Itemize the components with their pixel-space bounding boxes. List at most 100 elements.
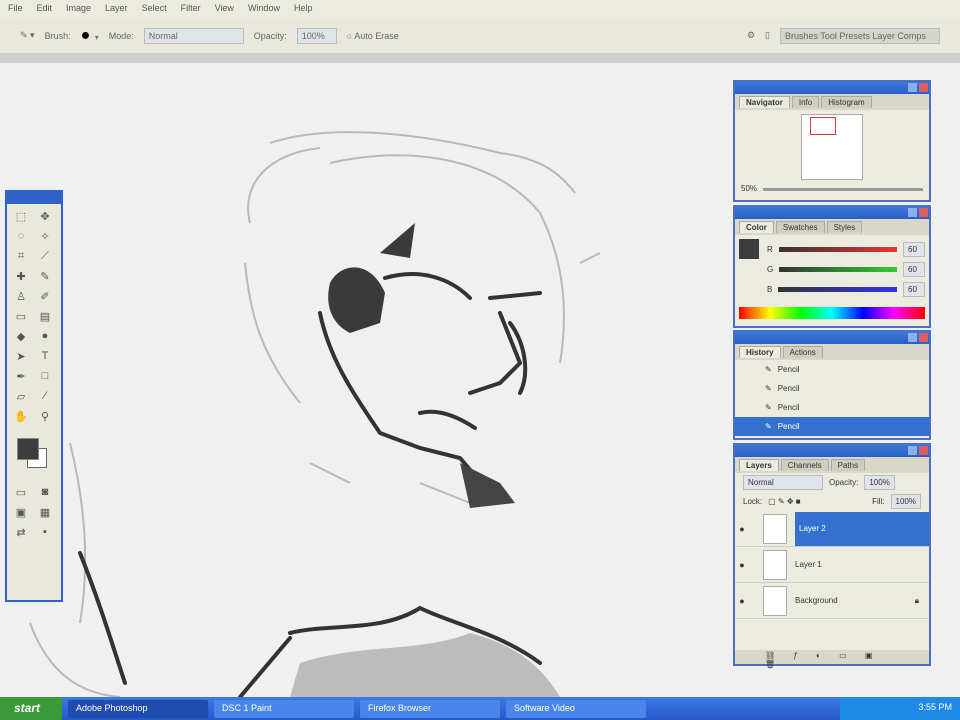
layer-fill-input[interactable]: 100% — [890, 494, 921, 509]
stamp-tool-icon[interactable]: ♙ — [12, 290, 30, 306]
taskbar-item[interactable]: Adobe Photoshop — [68, 699, 208, 718]
tab-layers[interactable]: Layers — [739, 459, 779, 471]
start-button[interactable]: start — [0, 697, 62, 720]
brush-tool-icon[interactable]: ✎ — [36, 270, 54, 286]
path-select-tool-icon[interactable]: ➤ — [12, 350, 30, 366]
opacity-input[interactable]: 100% — [296, 27, 337, 44]
fill-label: Fill: — [872, 497, 885, 506]
tab-histogram[interactable]: Histogram — [821, 96, 872, 108]
menu-view[interactable]: View — [215, 3, 234, 15]
blue-slider[interactable] — [778, 286, 897, 292]
taskbar-item[interactable]: DSC 1 Paint — [214, 699, 354, 718]
layer-row[interactable]: ● Layer 2 — [735, 511, 929, 547]
gradient-tool-icon[interactable]: ▤ — [36, 310, 54, 326]
type-tool-icon[interactable]: T — [36, 350, 54, 366]
move-tool-icon[interactable]: ✥ — [36, 210, 54, 226]
menu-window[interactable]: Window — [248, 3, 280, 15]
mode-select[interactable]: Normal — [143, 27, 244, 44]
menu-file[interactable]: File — [8, 3, 23, 15]
blur-tool-icon[interactable]: ◆ — [12, 330, 30, 346]
taskbar-item[interactable]: Software Video — [506, 699, 646, 718]
navigator-zoom[interactable]: 50% — [741, 184, 757, 193]
healing-tool-icon[interactable]: ✚ — [12, 270, 30, 286]
auto-erase-checkbox[interactable]: ○ Auto Erase — [347, 31, 399, 41]
blue-label: B — [767, 284, 773, 294]
tab-history[interactable]: History — [739, 346, 781, 358]
history-brush-tool-icon[interactable]: ✐ — [36, 290, 54, 306]
auto-erase-label: Auto Erase — [354, 30, 399, 41]
menu-filter[interactable]: Filter — [181, 3, 201, 15]
standard-mode-icon[interactable]: ▭ — [12, 486, 30, 502]
tab-color[interactable]: Color — [739, 221, 774, 233]
lasso-tool-icon[interactable]: ◌ — [12, 230, 30, 246]
foreground-color-swatch[interactable] — [739, 239, 759, 259]
layers-title-bar[interactable] — [735, 445, 929, 457]
palette-well[interactable]: Brushes Tool Presets Layer Comps — [780, 27, 940, 44]
shape-tool-icon[interactable]: □ — [36, 370, 54, 386]
pen-tool-icon[interactable]: ✒ — [12, 370, 30, 386]
tab-swatches[interactable]: Swatches — [775, 221, 825, 233]
quickmask-mode-icon[interactable]: ◙ — [36, 486, 54, 502]
zoom-tool-icon[interactable]: ⚲ — [36, 410, 54, 426]
layer-opacity-input[interactable]: 100% — [864, 475, 895, 490]
history-item[interactable]: ✎ Pencil — [735, 360, 929, 379]
color-spectrum-bar[interactable] — [739, 307, 925, 319]
menu-bar: File Edit Image Layer Select Filter View… — [0, 0, 960, 18]
menu-select[interactable]: Select — [142, 3, 167, 15]
zoom-slider[interactable] — [763, 188, 923, 191]
taskbar-item[interactable]: Firefox Browser — [360, 699, 500, 718]
imageready-icon[interactable]: ⇄ — [12, 526, 30, 542]
marquee-tool-icon[interactable]: ⬚ — [12, 210, 30, 226]
history-title-bar[interactable] — [735, 332, 929, 344]
navigator-title-bar[interactable] — [735, 82, 929, 94]
menu-edit[interactable]: Edit — [37, 3, 53, 15]
eraser-tool-icon[interactable]: ▭ — [12, 310, 30, 326]
magic-wand-tool-icon[interactable]: ✧ — [36, 230, 54, 246]
layer-row[interactable]: ● Background 🔒︎ — [735, 583, 929, 619]
crop-tool-icon[interactable]: ⌗ — [12, 250, 30, 266]
tab-info[interactable]: Info — [791, 96, 820, 108]
color-title-bar[interactable] — [735, 207, 929, 219]
red-slider[interactable] — [778, 246, 897, 252]
pencil-icon: ✎ — [765, 365, 772, 374]
tab-actions[interactable]: Actions — [782, 346, 823, 358]
screen-mode-icon[interactable]: ▣ — [12, 506, 30, 522]
eye-icon[interactable]: ● — [735, 524, 749, 534]
history-item[interactable]: ✎ Pencil — [735, 398, 929, 417]
navigator-preview[interactable] — [801, 114, 863, 180]
navigator-panel: Navigator Info Histogram 50% — [733, 80, 931, 202]
palette-icon[interactable]: ⚙ — [747, 30, 755, 41]
pencil-tool-icon[interactable]: ✎ ▾ — [20, 30, 35, 41]
eye-icon[interactable]: ● — [735, 596, 749, 606]
history-item[interactable]: ✎ Pencil — [735, 379, 929, 398]
layers-footer-buttons[interactable]: ⛓ ƒ ◐ ▭ ▣ 🗑︎ — [735, 650, 929, 669]
red-value[interactable]: 60 — [903, 241, 925, 257]
tab-channels[interactable]: Channels — [780, 459, 829, 471]
extra-icon[interactable]: ▪ — [36, 526, 54, 542]
green-value[interactable]: 60 — [903, 261, 925, 277]
dodge-tool-icon[interactable]: ● — [36, 330, 54, 346]
eyedropper-tool-icon[interactable]: ⁄ — [36, 390, 54, 406]
menu-help[interactable]: Help — [294, 3, 313, 15]
menu-layer[interactable]: Layer — [105, 3, 128, 15]
blend-mode-select[interactable]: Normal — [743, 475, 823, 490]
brush-picker[interactable]: ● ▾ — [81, 27, 99, 45]
eye-icon[interactable]: ● — [735, 560, 749, 570]
notes-tool-icon[interactable]: ▱ — [12, 390, 30, 406]
toolbox-title-bar[interactable] — [7, 192, 61, 204]
color-swatches[interactable] — [11, 436, 57, 476]
layer-row[interactable]: ● Layer 1 — [735, 547, 929, 583]
menu-image[interactable]: Image — [66, 3, 91, 15]
tab-navigator[interactable]: Navigator — [739, 96, 790, 108]
document-icon[interactable]: ▯ — [765, 30, 770, 41]
lock-icons[interactable]: ▢ ✎ ✥ ■ — [768, 497, 800, 506]
tab-styles[interactable]: Styles — [826, 221, 863, 233]
hand-tool-icon[interactable]: ✋ — [12, 410, 30, 426]
green-slider[interactable] — [779, 266, 897, 272]
tab-paths[interactable]: Paths — [830, 459, 866, 471]
blue-value[interactable]: 60 — [903, 281, 925, 297]
lock-label: Lock: — [743, 497, 763, 506]
fullscreen-mode-icon[interactable]: ▦ — [36, 506, 54, 522]
slice-tool-icon[interactable]: ⟋ — [36, 250, 54, 266]
history-item-current[interactable]: ✎ Pencil — [735, 417, 929, 436]
